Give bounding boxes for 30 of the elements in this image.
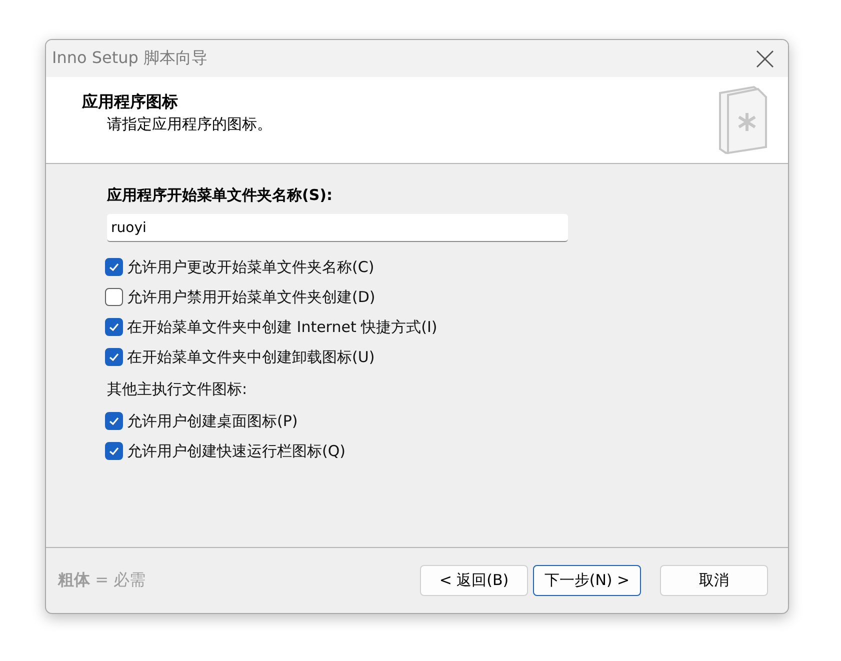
check-icon — [108, 415, 120, 427]
checkbox[interactable] — [105, 288, 123, 306]
dialog-button[interactable]: < 返回(B) — [420, 565, 528, 596]
checkbox[interactable] — [105, 442, 123, 460]
folder-name-field[interactable]: ruoyi — [107, 214, 568, 242]
checkbox-label: 允许用户禁用开始菜单文件夹创建(D) — [127, 288, 376, 306]
check-icon — [108, 261, 120, 273]
close-icon — [756, 50, 774, 68]
checkbox[interactable] — [105, 258, 123, 276]
checkbox[interactable] — [105, 348, 123, 366]
page-subtitle: 请指定应用程序的图标。 — [106, 115, 272, 134]
window-title: Inno Setup 脚本向导 — [52, 48, 208, 69]
check-icon — [108, 445, 120, 457]
checkbox-label: 允许用户创建快速运行栏图标(Q) — [127, 442, 346, 460]
checkbox-label: 允许用户更改开始菜单文件夹名称(C) — [127, 258, 374, 276]
dialog-button[interactable]: 下一步(N) > — [533, 565, 641, 596]
check-icon — [108, 351, 120, 363]
checkbox-label: 允许用户创建桌面图标(P) — [127, 412, 298, 430]
dialog-button[interactable]: 取消 — [660, 565, 768, 596]
checkbox-label: 在开始菜单文件夹中创建卸载图标(U) — [127, 348, 375, 366]
field-label: 应用程序开始菜单文件夹名称(S): — [107, 186, 334, 205]
page-title: 应用程序图标 — [82, 92, 179, 113]
checkbox[interactable] — [105, 318, 123, 336]
section-label: 其他主执行文件图标: — [107, 378, 248, 400]
checkbox[interactable] — [105, 412, 123, 430]
document-stack-icon — [718, 83, 768, 155]
checkbox-label: 在开始菜单文件夹中创建 Internet 快捷方式(I) — [127, 318, 438, 336]
check-icon — [108, 321, 120, 333]
close-button[interactable] — [756, 50, 774, 68]
required-note: 粗体 = 必需 — [58, 570, 147, 591]
